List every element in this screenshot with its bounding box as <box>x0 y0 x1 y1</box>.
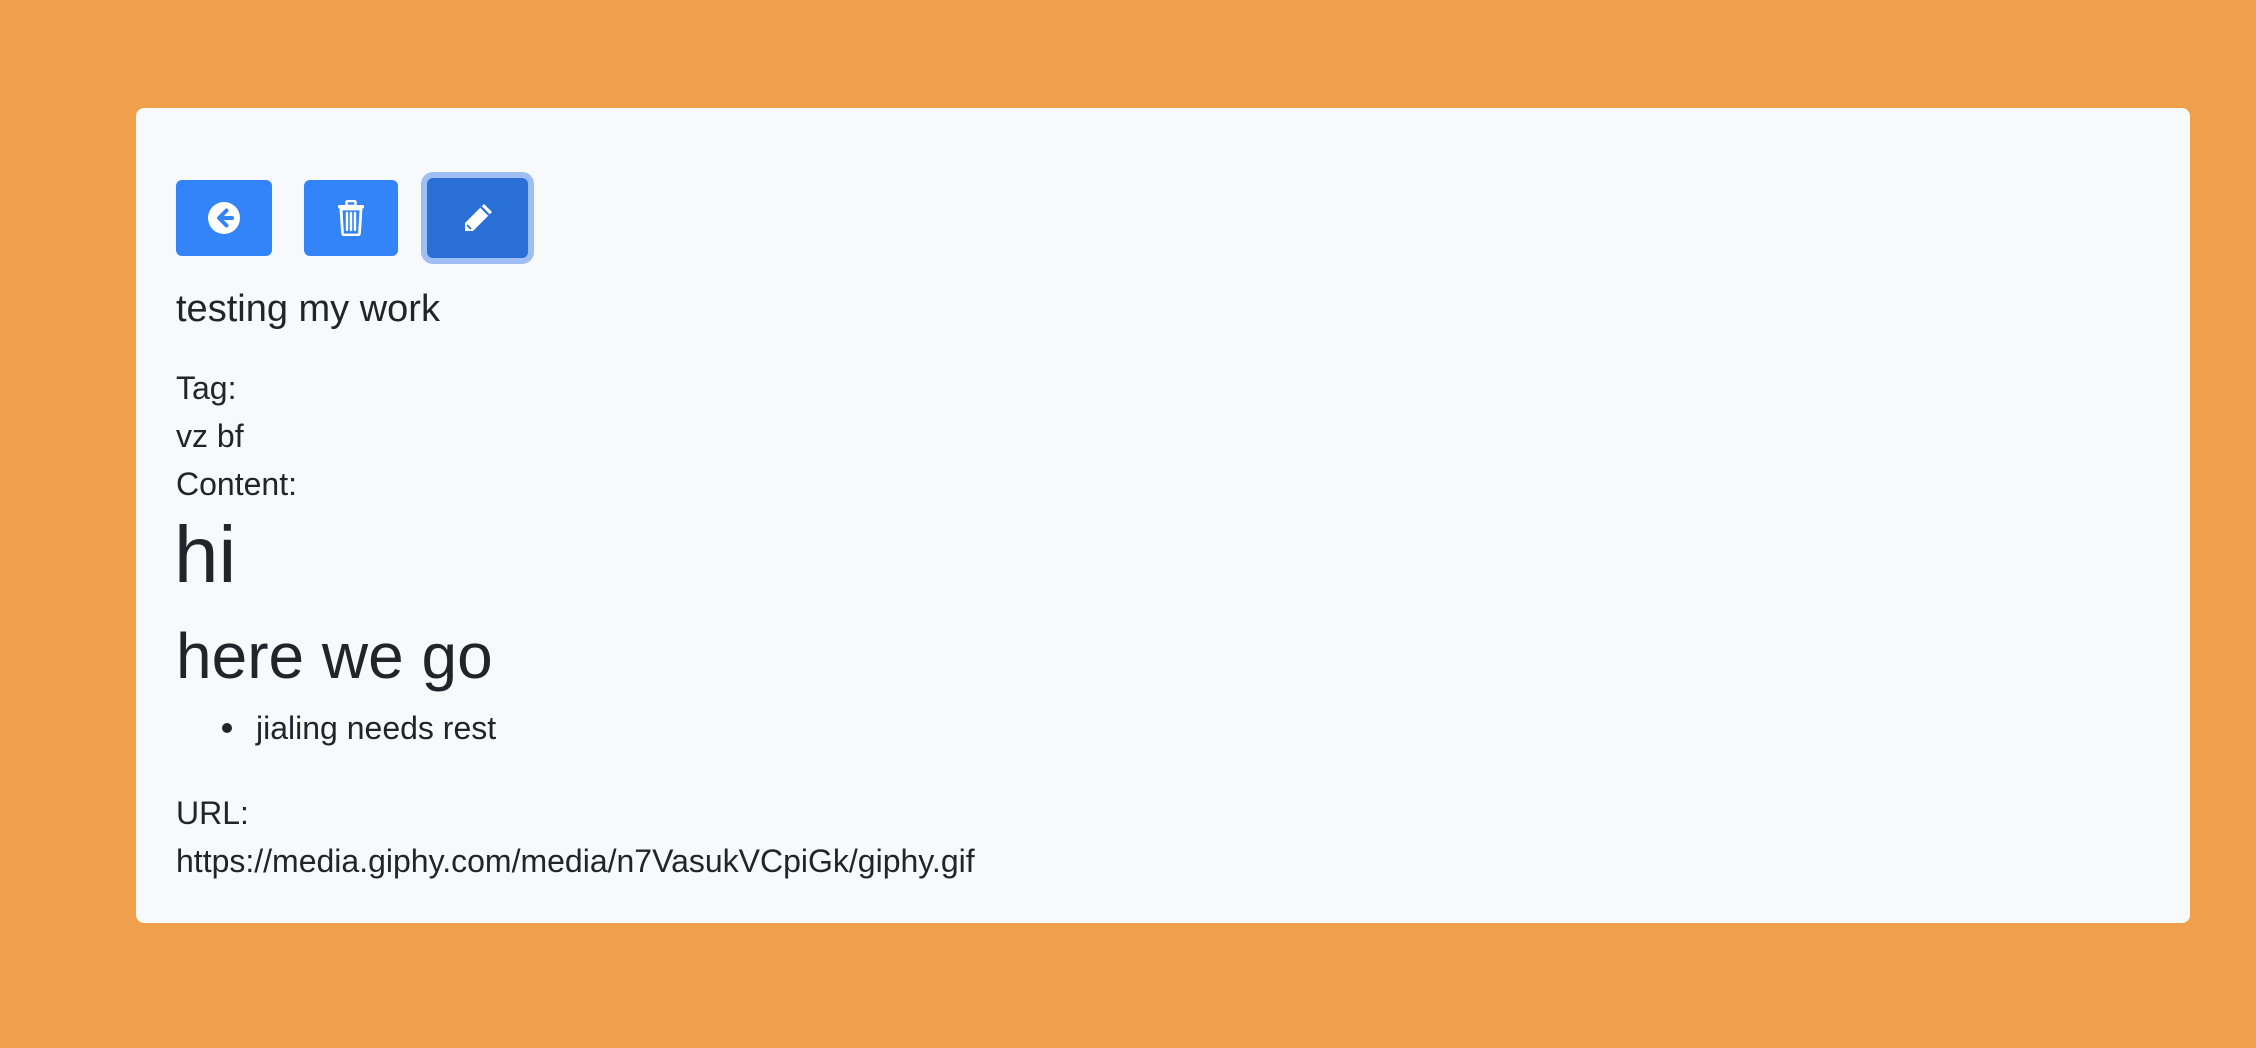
bullet-dot-icon <box>222 723 232 733</box>
content-label: Content: <box>176 466 297 502</box>
content-heading-1: hi <box>174 510 237 599</box>
content-bullet-list: jialing needs rest <box>176 712 496 744</box>
back-button[interactable] <box>176 180 272 256</box>
pencil-icon <box>461 201 495 235</box>
tag-label: Tag: <box>176 370 237 406</box>
trash-icon <box>336 200 366 236</box>
edit-button[interactable] <box>427 178 528 258</box>
note-card: testing my work Tag: vz bf Content: hi h… <box>136 108 2190 923</box>
url-label: URL: <box>176 795 249 831</box>
tag-value: vz bf <box>176 418 244 454</box>
list-item-text: jialing needs rest <box>256 710 497 746</box>
note-title: testing my work <box>176 288 440 330</box>
list-item: jialing needs rest <box>176 712 496 744</box>
content-heading-2: here we go <box>176 620 493 692</box>
delete-button[interactable] <box>304 180 398 256</box>
arrow-circle-left-icon <box>207 201 241 235</box>
url-value: https://media.giphy.com/media/n7VasukVCp… <box>176 843 975 879</box>
